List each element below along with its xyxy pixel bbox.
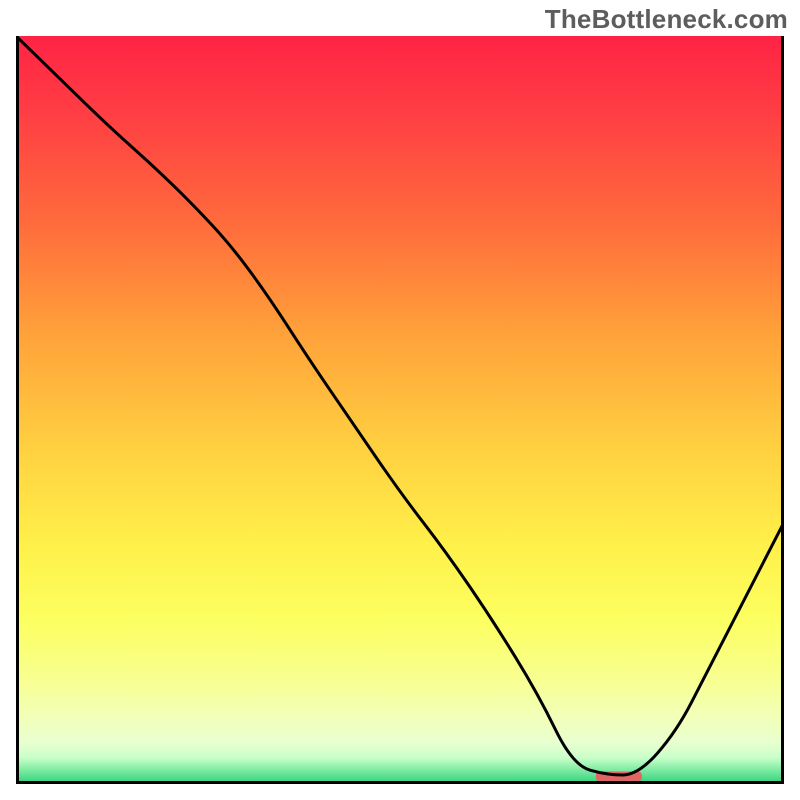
chart-root: TheBottleneck.com [0,0,800,800]
watermark-text: TheBottleneck.com [545,4,788,35]
chart-plot-area [16,36,784,784]
chart-svg [16,36,784,784]
